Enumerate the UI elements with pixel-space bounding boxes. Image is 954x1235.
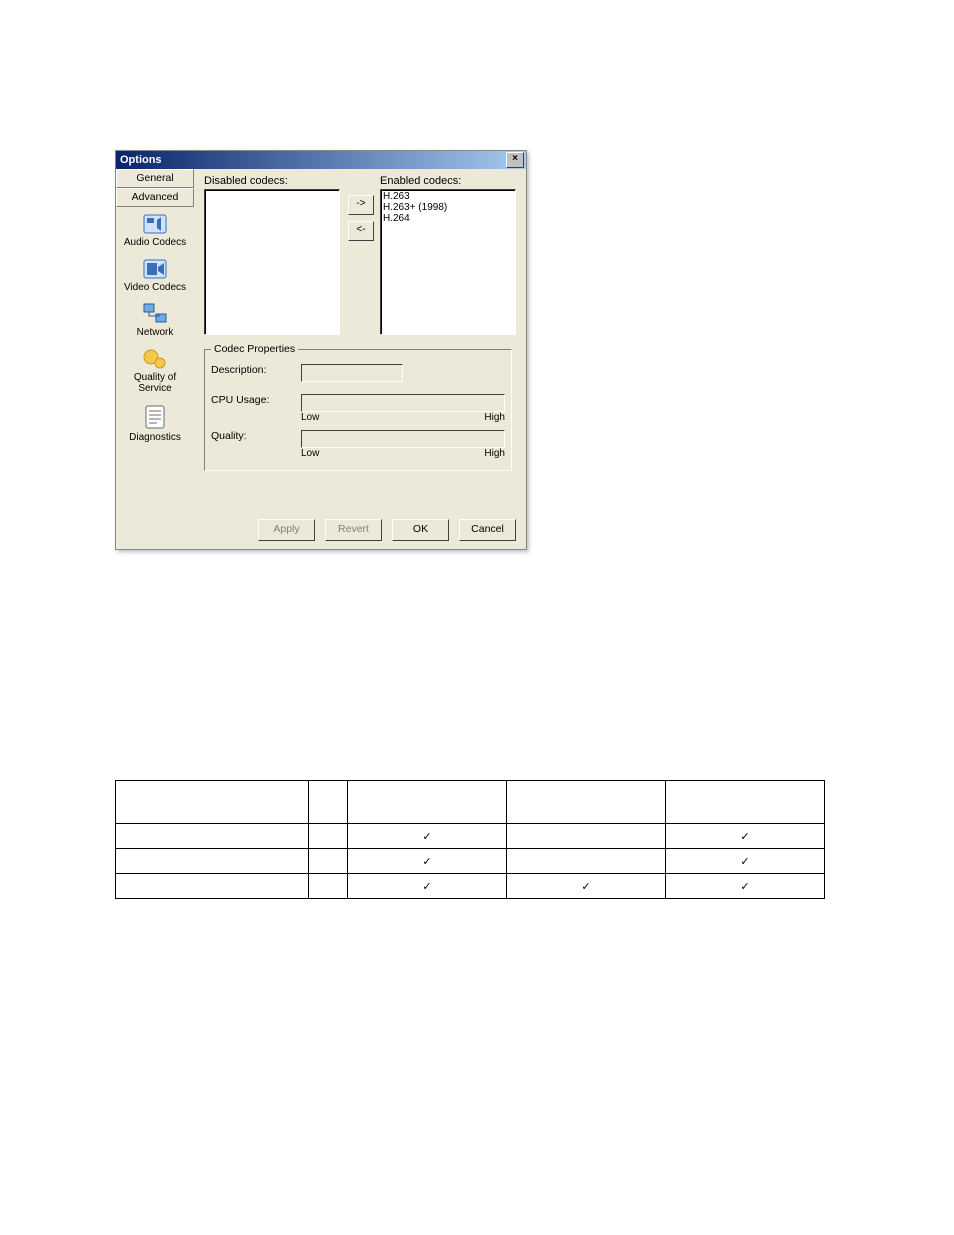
sidebar-item-label: Network [116,327,194,338]
table-cell [507,849,666,874]
table-cell [116,824,309,849]
description-field [301,364,403,382]
options-dialog: Options × General Advanced Audio Codecs … [115,150,527,550]
move-left-button[interactable]: <- [348,221,374,241]
enabled-codecs-list[interactable]: H.263 H.263+ (1998) H.264 [380,189,516,335]
diagnostics-icon [116,404,194,430]
main-panel: Disabled codecs: Enabled codecs: -> <- H… [194,169,526,549]
table-cell: ✓ [666,874,825,899]
table-cell [507,824,666,849]
sidebar-item-network[interactable]: Network [116,297,194,342]
cancel-button[interactable]: Cancel [459,519,516,541]
enabled-codecs-label: Enabled codecs: [380,175,461,187]
list-item[interactable]: H.264 [383,213,513,224]
disabled-codecs-list[interactable] [204,189,340,335]
audio-codecs-icon [116,213,194,235]
titlebar[interactable]: Options × [116,151,526,169]
table-row: ✓ ✓ [116,849,825,874]
table-header [666,781,825,824]
qos-icon [116,348,194,370]
group-title: Codec Properties [211,343,298,355]
table-cell [116,849,309,874]
scale-high: High [484,448,505,459]
table-header [507,781,666,824]
apply-button[interactable]: Apply [258,519,315,541]
sidebar-item-label: Audio Codecs [116,237,194,248]
table-cell [309,824,348,849]
scale-low: Low [301,448,319,459]
table-cell: ✓ [348,849,507,874]
sidebar-item-video-codecs[interactable]: Video Codecs [116,252,194,297]
table-cell [116,874,309,899]
comparison-table: ✓ ✓ ✓ ✓ ✓ ✓ ✓ [115,780,825,899]
dialog-title: Options [120,154,162,166]
scale-low: Low [301,412,319,423]
close-icon[interactable]: × [506,152,524,168]
quality-meter [301,430,505,448]
codec-properties-group: Codec Properties Description: CPU Usage:… [204,349,512,471]
table-header [309,781,348,824]
sidebar: General Advanced Audio Codecs Video Code… [116,169,194,549]
table-header-row [116,781,825,824]
table-cell: ✓ [348,824,507,849]
sidebar-item-audio-codecs[interactable]: Audio Codecs [116,207,194,252]
revert-button[interactable]: Revert [325,519,382,541]
table-cell: ✓ [666,849,825,874]
sidebar-item-label: Video Codecs [116,282,194,293]
cpu-usage-meter [301,394,505,412]
description-label: Description: [211,364,291,376]
table-cell: ✓ [666,824,825,849]
tab-advanced[interactable]: Advanced [116,188,194,207]
cpu-usage-label: CPU Usage: [211,394,291,406]
scale-high: High [484,412,505,423]
disabled-codecs-label: Disabled codecs: [204,175,288,187]
ok-button[interactable]: OK [392,519,449,541]
list-item[interactable]: H.263 [383,191,513,202]
table-cell: ✓ [348,874,507,899]
table-row: ✓ ✓ ✓ [116,874,825,899]
sidebar-item-qos[interactable]: Quality of Service [116,342,194,398]
list-item[interactable]: H.263+ (1998) [383,202,513,213]
table-header [348,781,507,824]
table-cell: ✓ [507,874,666,899]
table-cell [309,874,348,899]
sidebar-item-diagnostics[interactable]: Diagnostics [116,398,194,447]
sidebar-item-label: Diagnostics [116,432,194,443]
table-header [116,781,309,824]
network-icon [116,303,194,325]
quality-label: Quality: [211,430,291,442]
sidebar-item-label: Quality of Service [116,372,194,394]
table-row: ✓ ✓ [116,824,825,849]
move-right-button[interactable]: -> [348,195,374,215]
video-codecs-icon [116,258,194,280]
table-cell [309,849,348,874]
tab-general[interactable]: General [116,169,194,188]
